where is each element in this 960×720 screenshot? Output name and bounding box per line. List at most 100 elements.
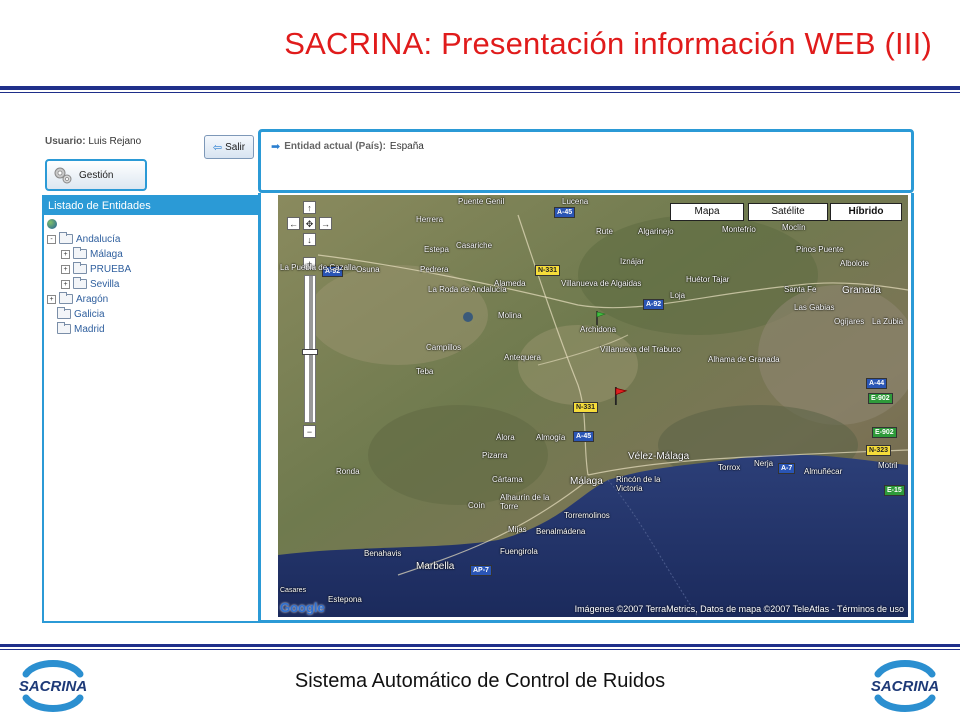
top-rule <box>0 86 960 90</box>
place-label: Iznájar <box>620 257 645 266</box>
zoom-out-icon[interactable]: − <box>303 425 316 438</box>
entity-list-title: Listado de Entidades <box>44 197 272 215</box>
road-label: A-44 <box>866 378 888 389</box>
collapse-icon[interactable]: - <box>47 234 56 244</box>
bottom-rule-thin <box>0 649 960 650</box>
user-name: Luis Rejano <box>88 136 142 147</box>
place-label: Casariche <box>456 241 493 250</box>
tree-item-label: Madrid <box>74 323 105 335</box>
entity-panel: ➡ Entidad actual (País): España <box>258 129 914 193</box>
zoom-slider-handle[interactable] <box>302 349 318 355</box>
gestion-button[interactable]: Gestión <box>45 159 147 191</box>
map-credit[interactable]: Imágenes ©2007 TerraMetrics, Datos de ma… <box>575 604 904 614</box>
place-label: Almogía <box>536 433 566 442</box>
pan-center-icon[interactable]: ✥ <box>303 217 316 230</box>
place-label: Estepona <box>328 595 362 604</box>
place-label: Rincón de la Victoria <box>616 475 661 493</box>
expand-icon[interactable]: + <box>47 294 56 304</box>
road-label: A-7 <box>778 463 796 474</box>
green-flag-marker-icon[interactable] <box>596 311 606 325</box>
folder-icon <box>57 322 71 334</box>
map-type-hibrido[interactable]: Híbrido <box>830 203 902 221</box>
road-label: A-45 <box>573 431 595 442</box>
place-label: La Zubia <box>872 317 904 326</box>
tree-item-sevilla[interactable]: + Sevilla <box>61 277 119 291</box>
road-label: AP-7 <box>470 565 492 576</box>
place-label: Osuna <box>356 265 380 274</box>
footer-text: Sistema Automático de Control de Ruidos <box>294 670 666 692</box>
place-label: Loja <box>670 291 686 300</box>
place-label: Las Gabias <box>794 303 835 312</box>
place-label: Teba <box>416 367 434 376</box>
folder-icon <box>73 262 87 274</box>
folder-icon <box>57 307 71 319</box>
folder-icon <box>73 277 87 289</box>
entity-tree: - Andalucía + Málaga + PRUEBA + Sevilla … <box>44 215 272 335</box>
pan-right-icon[interactable]: → <box>319 217 332 230</box>
tree-item-label: Galicia <box>74 308 105 320</box>
tree-item-label: Aragón <box>76 293 109 305</box>
pan-down-icon[interactable]: ↓ <box>303 233 316 246</box>
place-label: Campillos <box>426 343 462 352</box>
place-label: Moclín <box>782 223 806 232</box>
globe-icon <box>47 219 57 229</box>
gears-icon <box>54 167 72 184</box>
user-label: Usuario: <box>45 136 86 147</box>
tree-item-aragon[interactable]: + Aragón <box>47 292 108 306</box>
place-label: Torrox <box>718 463 741 472</box>
sacrina-logo-right: SACRINA <box>871 660 939 712</box>
tree-item-prueba[interactable]: + PRUEBA <box>61 262 131 276</box>
place-label: Puente Genil <box>458 197 505 206</box>
tree-item-label: Andalucía <box>76 233 121 245</box>
tree-item-madrid[interactable]: Madrid <box>57 322 105 336</box>
pan-up-icon[interactable]: ↑ <box>303 201 316 214</box>
place-label: Albolote <box>840 259 869 268</box>
place-label: Estepa <box>424 245 449 254</box>
expand-icon[interactable]: + <box>61 264 70 274</box>
tree-item-malaga[interactable]: + Málaga <box>61 247 123 261</box>
place-label: Cártama <box>492 475 523 484</box>
tree-item-label: Sevilla <box>90 278 120 290</box>
pan-left-icon[interactable]: ← <box>287 217 300 230</box>
gestion-label: Gestión <box>79 169 114 181</box>
place-label: Pedrera <box>420 265 449 274</box>
salir-button[interactable]: ⇦ Salir <box>204 135 254 159</box>
user-info: Usuario: Luis Rejano <box>45 136 141 147</box>
expand-icon[interactable]: + <box>61 279 70 289</box>
map-type-mapa[interactable]: Mapa <box>670 203 744 221</box>
place-label: Fuengirola <box>500 547 538 556</box>
place-label: Montefrío <box>722 225 756 234</box>
place-label: Benahavis <box>364 549 402 558</box>
slide-title: SACRINA: Presentación información WEB (I… <box>284 26 932 61</box>
place-label: Molina <box>498 311 522 320</box>
place-label: Málaga <box>570 476 603 487</box>
folder-icon <box>59 292 73 304</box>
svg-text:SACRINA: SACRINA <box>871 678 939 695</box>
back-arrow-icon: ⇦ <box>212 141 223 154</box>
tree-item-andalucia[interactable]: - Andalucía <box>47 232 120 246</box>
place-label: Rute <box>596 227 613 236</box>
satellite-map[interactable]: Mapa Satélite Híbrido ↑ ← ✥ → ↓ + − A-45… <box>278 195 908 617</box>
road-label: A-92 <box>643 299 665 310</box>
tree-root[interactable] <box>47 217 57 231</box>
place-label: Pinos Puente <box>796 245 844 254</box>
expand-icon[interactable]: + <box>61 249 70 259</box>
place-label: Coín <box>468 501 485 510</box>
place-label: Archidona <box>580 325 617 334</box>
current-entity: ➡ Entidad actual (País): España <box>271 140 424 153</box>
google-logo: Google <box>280 600 325 615</box>
tree-item-galicia[interactable]: Galicia <box>57 307 105 321</box>
place-label: Casares <box>280 587 307 594</box>
place-label: Ogíjares <box>834 317 865 326</box>
place-label: Alhama de Granada <box>708 355 780 364</box>
map-panel: Mapa Satélite Híbrido ↑ ← ✥ → ↓ + − A-45… <box>258 193 914 623</box>
place-label: Álora <box>496 433 515 442</box>
top-rule-thin <box>0 92 960 93</box>
map-type-satelite[interactable]: Satélite <box>748 203 828 221</box>
red-flag-marker-icon[interactable] <box>614 387 628 405</box>
road-label: N-331 <box>573 402 599 413</box>
place-label: Pizarra <box>482 451 508 460</box>
place-label: Villanueva de Algaidas <box>561 279 642 288</box>
road-label: N-323 <box>866 445 892 456</box>
place-label: Vélez-Málaga <box>628 451 690 462</box>
